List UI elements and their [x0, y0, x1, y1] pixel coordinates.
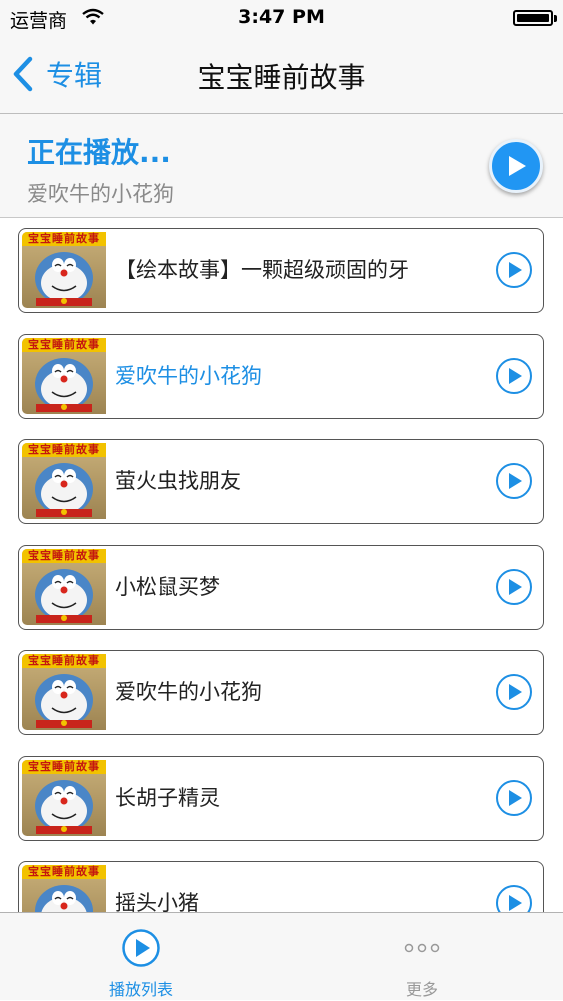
status-bar: 运营商 3:47 PM: [0, 0, 563, 36]
battery-nub: [554, 15, 557, 22]
play-icon: [509, 156, 526, 176]
track-title: 爱吹牛的小花狗: [115, 363, 262, 388]
album-thumbnail: 宝宝睡前故事: [22, 654, 106, 730]
now-playing-song: 爱吹牛的小花狗: [27, 182, 174, 206]
play-circle-icon: [496, 568, 532, 605]
play-circle-icon: [122, 929, 160, 967]
track-row[interactable]: 宝宝睡前故事 爱吹牛的小花狗: [18, 333, 544, 419]
track-list[interactable]: 宝宝睡前故事 【绘本故事】一颗超级顽固的牙 宝宝睡前故事 爱吹牛的小花狗 宝宝睡前故事萤…: [0, 218, 563, 912]
play-circle-icon: [496, 357, 532, 394]
thumbnail-banner-text: 宝宝睡前故事: [22, 337, 106, 352]
doraemon-image: [35, 568, 93, 623]
track-row[interactable]: 宝宝睡前故事 爱吹牛的小花狗: [18, 650, 544, 735]
track-play-button[interactable]: [495, 884, 533, 912]
thumbnail-banner-text: 宝宝睡前故事: [22, 548, 106, 563]
track-play-button[interactable]: [495, 251, 533, 289]
thumbnail-banner-text: 宝宝睡前故事: [22, 865, 106, 879]
track-play-button[interactable]: [495, 673, 533, 711]
play-circle-icon: [496, 674, 532, 710]
doraemon-image: [35, 885, 93, 912]
album-thumbnail: 宝宝睡前故事: [22, 443, 106, 519]
track-row[interactable]: 宝宝睡前故事 摇头小猪: [18, 861, 544, 912]
page-title: 宝宝睡前故事: [197, 61, 366, 94]
track-row[interactable]: 宝宝睡前故事 萤火虫找朋友: [18, 439, 544, 524]
doraemon-image: [35, 463, 93, 517]
doraemon-image: [35, 674, 93, 728]
now-playing-play-button[interactable]: [489, 139, 543, 193]
album-thumbnail: 宝宝睡前故事: [22, 337, 106, 414]
track-play-button[interactable]: [495, 462, 533, 500]
track-title: 【绘本故事】一颗超级顽固的牙: [115, 258, 409, 282]
doraemon-image: [35, 779, 93, 834]
track-title: 小松鼠买梦: [115, 574, 220, 599]
thumbnail-banner-text: 宝宝睡前故事: [22, 232, 106, 246]
track-play-button[interactable]: [495, 357, 533, 395]
album-thumbnail: 宝宝睡前故事: [22, 865, 106, 912]
tab-more-label: 更多: [405, 980, 438, 999]
track-title: 爱吹牛的小花狗: [115, 680, 262, 704]
track-title: 长胡子精灵: [115, 785, 220, 810]
track-title: 萤火虫找朋友: [115, 469, 241, 493]
album-thumbnail: 宝宝睡前故事: [22, 232, 106, 308]
track-row[interactable]: 宝宝睡前故事 长胡子精灵: [18, 755, 544, 841]
clock: 3:47 PM: [238, 6, 325, 28]
thumbnail-banner-text: 宝宝睡前故事: [22, 759, 106, 774]
play-circle-icon: [496, 779, 532, 816]
track-row[interactable]: 宝宝睡前故事 【绘本故事】一颗超级顽固的牙: [18, 228, 544, 313]
doraemon-image: [35, 252, 93, 306]
more-dots-icon: [404, 943, 440, 953]
thumbnail-banner-text: 宝宝睡前故事: [22, 654, 106, 668]
play-circle-icon: [496, 463, 532, 499]
play-circle-icon: [496, 252, 532, 288]
tab-playlist[interactable]: 播放列表: [51, 913, 231, 1001]
now-playing-heading: 正在播放...: [27, 136, 171, 169]
track-play-button[interactable]: [495, 779, 533, 817]
play-circle-icon: [496, 885, 532, 912]
now-playing-panel: 正在播放... 爱吹牛的小花狗: [0, 114, 563, 218]
tab-more[interactable]: 更多: [332, 913, 512, 1001]
doraemon-image: [35, 357, 93, 412]
track-title: 摇头小猪: [115, 891, 199, 912]
battery-icon: [513, 10, 553, 26]
track-play-button[interactable]: [495, 568, 533, 606]
navigation-bar: 专辑 宝宝睡前故事: [0, 36, 563, 114]
album-thumbnail: 宝宝睡前故事: [22, 759, 106, 836]
thumbnail-banner-text: 宝宝睡前故事: [22, 443, 106, 457]
track-row[interactable]: 宝宝睡前故事 小松鼠买梦: [18, 544, 544, 630]
tab-playlist-label: 播放列表: [108, 980, 173, 999]
album-thumbnail: 宝宝睡前故事: [22, 548, 106, 625]
tab-bar: 播放列表 更多: [0, 912, 563, 1000]
